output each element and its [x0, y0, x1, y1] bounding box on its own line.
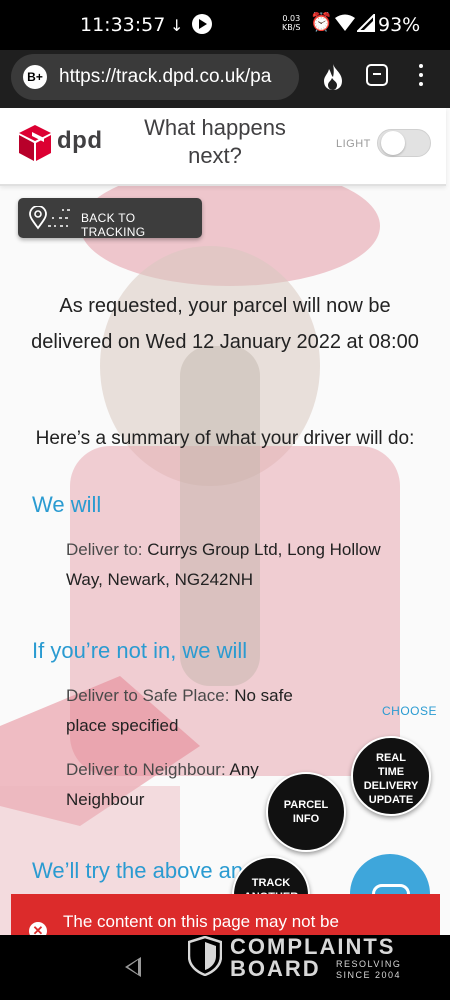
content-warning-banner: ✕ The content on this page may not be	[11, 894, 440, 935]
rtu-line-1: REAL	[376, 752, 406, 764]
watermark: COMPLAINTS BOARD RESOLVING SINCE 2004	[188, 932, 408, 982]
theme-toggle-label: LIGHT	[336, 138, 371, 150]
neighbour-info: Deliver to Neighbour: Any Neighbour	[66, 755, 296, 815]
not-in-heading: If you’re not in, we will	[32, 638, 248, 663]
neighbour-label: Deliver to Neighbour:	[66, 760, 226, 779]
close-icon[interactable]: ✕	[29, 922, 47, 935]
content-warning-text: The content on this page may not be	[63, 912, 339, 931]
status-bar: 11:33:57 ↓ 0.03 KB/S ⏰ 93%	[0, 0, 450, 50]
page-title: What happens next?	[144, 115, 286, 168]
parcel-info-button[interactable]: PARCEL INFO	[266, 772, 346, 852]
deliver-to-address: Deliver to: Currys Group Ltd, Long Hollo…	[66, 535, 396, 595]
shield-icon	[188, 936, 222, 976]
battery-percent: 93%	[378, 14, 421, 36]
track-line-1: TRACK	[251, 877, 291, 889]
download-icon: ↓	[170, 16, 184, 35]
parcel-line-1: PARCEL	[283, 799, 329, 811]
site-badge-icon[interactable]: B+	[23, 65, 47, 89]
try-heading: We’ll try the above an	[32, 858, 244, 883]
nav-back-icon[interactable]	[125, 957, 141, 977]
flame-icon[interactable]	[320, 63, 346, 91]
tab-switcher-icon[interactable]	[366, 64, 388, 86]
rtu-line-2: TIME	[377, 766, 405, 778]
browser-toolbar: B+ https://track.dpd.co.uk/pa	[0, 50, 450, 108]
real-time-delivery-update-button[interactable]: REAL TIME DELIVERY UPDATE	[351, 736, 431, 816]
choose-link[interactable]: CHOOSE	[382, 704, 437, 718]
back-to-tracking-button[interactable]: BACK TO TRACKING	[18, 198, 202, 239]
delivery-message: As requested, your parcel will now be de…	[31, 295, 419, 353]
dpd-logo-text[interactable]: dpd	[57, 127, 102, 155]
deliver-to-label: Deliver to:	[66, 540, 143, 559]
wifi-icon	[335, 14, 355, 31]
network-speed-unit: KB/S	[282, 23, 301, 32]
safe-place-info: Deliver to Safe Place: No safe place spe…	[66, 681, 296, 741]
summary-text: Here’s a summary of what your driver wil…	[35, 428, 415, 449]
network-speed: 0.03 KB/S	[282, 14, 301, 32]
status-time: 11:33:57	[80, 14, 166, 36]
toggle-knob	[381, 131, 405, 155]
url-text[interactable]: https://track.dpd.co.uk/pa	[59, 66, 291, 88]
web-page: dpd What happens next? LIGHT BACK TO TRA…	[0, 108, 450, 935]
watermark-tag-1: RESOLVING	[336, 959, 402, 969]
location-route-icon	[29, 206, 70, 230]
dpd-logo-icon[interactable]	[18, 124, 52, 162]
alarm-icon: ⏰	[310, 12, 333, 33]
address-bar[interactable]: B+ https://track.dpd.co.uk/pa	[11, 54, 299, 100]
site-header: dpd What happens next? LIGHT	[0, 108, 446, 186]
we-will-heading: We will	[32, 492, 102, 517]
parcel-line-2: INFO	[292, 813, 320, 825]
back-to-tracking-label: BACK TO TRACKING	[81, 211, 146, 239]
watermark-line-2: BOARD	[230, 956, 321, 981]
signal-icon	[357, 14, 375, 32]
rtu-line-3: DELIVERY	[363, 780, 419, 792]
play-icon	[192, 14, 212, 34]
rtu-line-4: UPDATE	[368, 794, 414, 806]
safe-place-label: Deliver to Safe Place:	[66, 686, 230, 705]
overflow-menu-icon[interactable]	[418, 64, 424, 91]
network-speed-value: 0.03	[282, 14, 301, 23]
watermark-tag-2: SINCE 2004	[336, 970, 402, 980]
theme-toggle[interactable]	[377, 129, 431, 157]
